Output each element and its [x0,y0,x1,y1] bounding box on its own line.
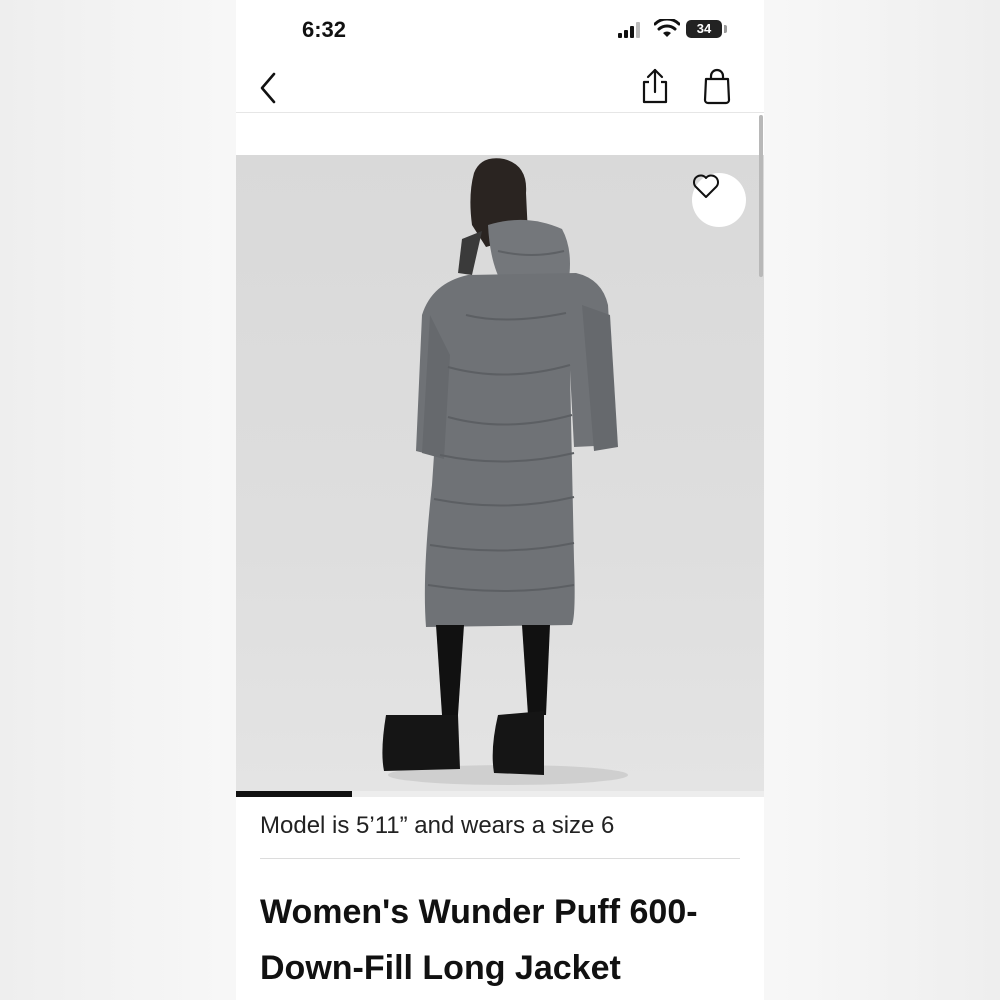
divider [260,858,740,859]
model-jacket-illustration [382,158,628,785]
phone-screen: 6:32 34 Model is 5’11” and wears a size … [236,0,764,1000]
gallery-top-spacer [236,113,764,155]
nav-bar [236,60,764,113]
status-time: 6:32 [302,17,347,42]
share-button[interactable] [638,66,672,106]
heart-icon [693,174,719,198]
shopping-bag-icon [703,68,731,105]
gallery-progress [236,791,764,797]
wifi-icon [654,19,680,37]
battery-nub [724,25,727,33]
bag-button[interactable] [700,66,734,106]
battery-indicator: 34 [686,20,722,38]
signal-icon [618,22,640,38]
favorite-button[interactable] [692,173,746,227]
scrollbar[interactable] [759,115,763,277]
product-title: Women's Wunder Puff 600-Down-Fill Long J… [260,893,698,987]
back-button[interactable] [254,66,284,106]
model-size-note: Model is 5’11” and wears a size 6 [260,812,615,839]
chevron-left-icon [260,72,276,104]
product-image[interactable] [236,155,764,795]
gallery-progress-fill [236,791,353,797]
status-bar: 6:32 34 [236,0,764,60]
share-icon [642,68,668,104]
